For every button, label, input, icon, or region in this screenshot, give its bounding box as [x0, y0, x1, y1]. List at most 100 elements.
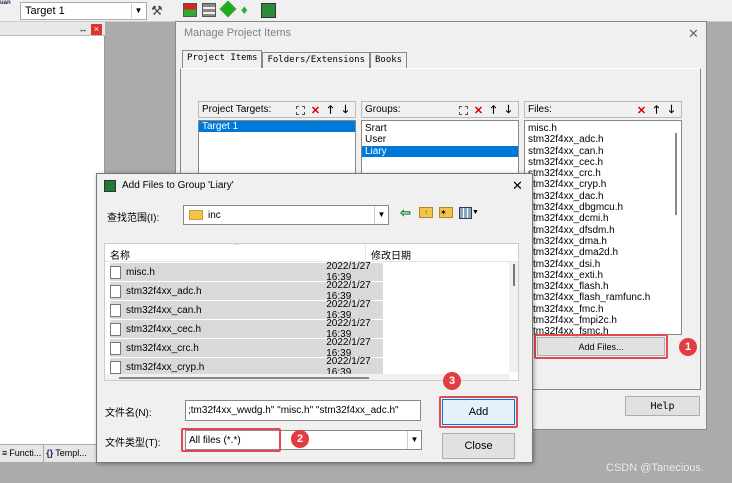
- list-item[interactable]: misc.h: [525, 123, 681, 134]
- view-menu-icon[interactable]: ▼: [459, 206, 481, 219]
- tab-functions-label: Functi...: [9, 448, 42, 458]
- new-icon[interactable]: [456, 103, 471, 117]
- pack-icon[interactable]: [261, 3, 276, 18]
- filename-label: 文件名(N):: [105, 408, 152, 419]
- list-item[interactable]: stm32f4xx_dbgmcu.h: [525, 202, 681, 213]
- list-item[interactable]: stm32f4xx_cec.h: [525, 157, 681, 168]
- magic-wand-icon[interactable]: ⚒: [151, 3, 167, 19]
- move-down-icon[interactable]: 🡓: [501, 103, 516, 117]
- filetype-label: 文件类型(T):: [105, 438, 161, 449]
- new-folder-icon[interactable]: ✶: [439, 207, 453, 218]
- column-header-date[interactable]: 修改日期: [371, 247, 411, 262]
- close-icon[interactable]: ✕: [512, 178, 523, 194]
- delete-icon[interactable]: ✕: [634, 103, 649, 117]
- filename-field[interactable]: ;tm32f4xx_wwdg.h" "misc.h" "stm32f4xx_ad…: [185, 400, 421, 421]
- table-row[interactable]: stm32f4xx_adc.h 2022/1/27 16:39: [110, 280, 383, 302]
- files-label: Files:: [528, 104, 552, 115]
- project-targets-header: Project Targets: ✕ 🡑 🡓: [198, 101, 356, 118]
- file-name: stm32f4xx_adc.h: [126, 285, 202, 297]
- layers-icon[interactable]: [202, 3, 216, 17]
- list-item[interactable]: stm32f4xx_fmc.h: [525, 304, 681, 315]
- move-down-icon[interactable]: 🡓: [338, 103, 353, 117]
- table-row[interactable]: misc.h 2022/1/27 16:39: [110, 261, 383, 283]
- list-item[interactable]: stm32f4xx_dfsdm.h: [525, 225, 681, 236]
- step-badge-1: 1: [679, 338, 697, 356]
- pin-icon[interactable]: ↔: [77, 22, 89, 36]
- project-panel-header: [0, 22, 105, 36]
- list-item[interactable]: stm32f4xx_crc.h: [525, 168, 681, 179]
- file-list[interactable]: 名称 ⌃ 修改日期 misc.h 2022/1/27 16:39 stm32f4x…: [104, 243, 519, 381]
- list-item[interactable]: stm32f4xx_dsi.h: [525, 259, 681, 270]
- list-item[interactable]: stm32f4xx_cryp.h: [525, 179, 681, 190]
- project-targets-label: Project Targets:: [202, 104, 272, 115]
- file-icon: [110, 303, 121, 317]
- list-item[interactable]: stm32f4xx_dma.h: [525, 236, 681, 247]
- close-button[interactable]: Close: [442, 433, 515, 459]
- back-icon[interactable]: ⇦: [400, 205, 411, 221]
- groups-header: Groups: ✕ 🡑 🡓: [361, 101, 519, 118]
- files-scrollbar[interactable]: [675, 133, 677, 215]
- watermark: CSDN @Tanecious.: [606, 462, 704, 474]
- chevron-down-icon[interactable]: ▼: [407, 431, 421, 449]
- tab-folders-extensions[interactable]: Folders/Extensions: [262, 52, 370, 68]
- list-item[interactable]: Liary: [362, 145, 518, 157]
- help-label: Help: [650, 400, 675, 412]
- file-list-header: 名称 ⌃ 修改日期: [105, 243, 518, 262]
- file-icon: [110, 265, 121, 279]
- column-divider[interactable]: [365, 244, 366, 262]
- table-row[interactable]: stm32f4xx_crc.h 2022/1/27 16:39: [110, 337, 383, 359]
- list-item[interactable]: stm32f4xx_exti.h: [525, 270, 681, 281]
- list-item[interactable]: stm32f4xx_adc.h: [525, 134, 681, 145]
- sort-arrow-icon: ⌃: [233, 243, 241, 251]
- file-icon: [110, 341, 121, 355]
- look-in-combo[interactable]: inc ▼: [183, 205, 389, 225]
- keil-app-icon: [104, 180, 116, 192]
- list-item[interactable]: stm32f4xx_can.h: [525, 146, 681, 157]
- move-down-icon[interactable]: 🡓: [664, 103, 679, 117]
- list-item[interactable]: stm32f4xx_dma2d.h: [525, 247, 681, 258]
- table-row[interactable]: stm32f4xx_can.h 2022/1/27 16:39: [110, 299, 383, 321]
- tab-functions[interactable]: ≡ Functi...: [0, 445, 45, 462]
- list-item[interactable]: stm32f4xx_flash.h: [525, 281, 681, 292]
- tab-templates[interactable]: {} Templ...: [44, 445, 89, 462]
- manage-components-icon[interactable]: [183, 3, 197, 17]
- file-name: misc.h: [126, 266, 155, 278]
- close-icon[interactable]: ✕: [688, 26, 699, 42]
- list-item[interactable]: stm32f4xx_fmpi2c.h: [525, 315, 681, 326]
- file-icon: [110, 284, 121, 298]
- chevron-down-icon[interactable]: ▼: [374, 206, 388, 224]
- files-list[interactable]: misc.h stm32f4xx_adc.h stm32f4xx_can.h s…: [524, 120, 682, 337]
- list-item[interactable]: Target 1: [199, 121, 355, 133]
- target-select[interactable]: Target 1 ▼: [20, 2, 147, 20]
- move-up-icon[interactable]: 🡑: [486, 103, 501, 117]
- new-icon[interactable]: [293, 103, 308, 117]
- highlight-add: [439, 396, 518, 428]
- column-header-name[interactable]: 名称: [110, 247, 130, 262]
- list-item[interactable]: stm32f4xx_dac.h: [525, 191, 681, 202]
- toolbar-corner-icon[interactable]: uan: [0, 0, 16, 16]
- look-in-value: inc: [208, 209, 221, 221]
- project-panel: [0, 22, 105, 462]
- close-label: Close: [464, 440, 493, 452]
- move-up-icon[interactable]: 🡑: [323, 103, 338, 117]
- list-item[interactable]: Srart: [362, 123, 518, 134]
- tab-books[interactable]: Books: [370, 52, 408, 68]
- list-item[interactable]: stm32f4xx_flash_ramfunc.h: [525, 292, 681, 303]
- help-button[interactable]: Help: [625, 396, 700, 416]
- move-up-icon[interactable]: 🡑: [649, 103, 664, 117]
- table-row[interactable]: stm32f4xx_cec.h 2022/1/27 16:39: [110, 318, 383, 340]
- file-name: stm32f4xx_cec.h: [126, 323, 202, 335]
- chevron-down-icon[interactable]: ▼: [131, 4, 145, 18]
- vertical-scrollbar[interactable]: [509, 262, 518, 372]
- list-item[interactable]: User: [362, 134, 518, 145]
- panel-close-icon[interactable]: ×: [91, 24, 102, 35]
- file-name: stm32f4xx_can.h: [126, 304, 202, 316]
- manage-tab-strip: Project Items Folders/Extensions Books: [182, 50, 408, 68]
- delete-icon[interactable]: ✕: [308, 103, 323, 117]
- list-item[interactable]: stm32f4xx_dcmi.h: [525, 213, 681, 224]
- delete-icon[interactable]: ✕: [471, 103, 486, 117]
- target-select-value: Target 1: [25, 5, 65, 17]
- tab-project-items[interactable]: Project Items: [182, 50, 263, 68]
- pack-installer-icon[interactable]: ♦: [241, 3, 255, 17]
- up-folder-icon[interactable]: ↑: [419, 207, 433, 218]
